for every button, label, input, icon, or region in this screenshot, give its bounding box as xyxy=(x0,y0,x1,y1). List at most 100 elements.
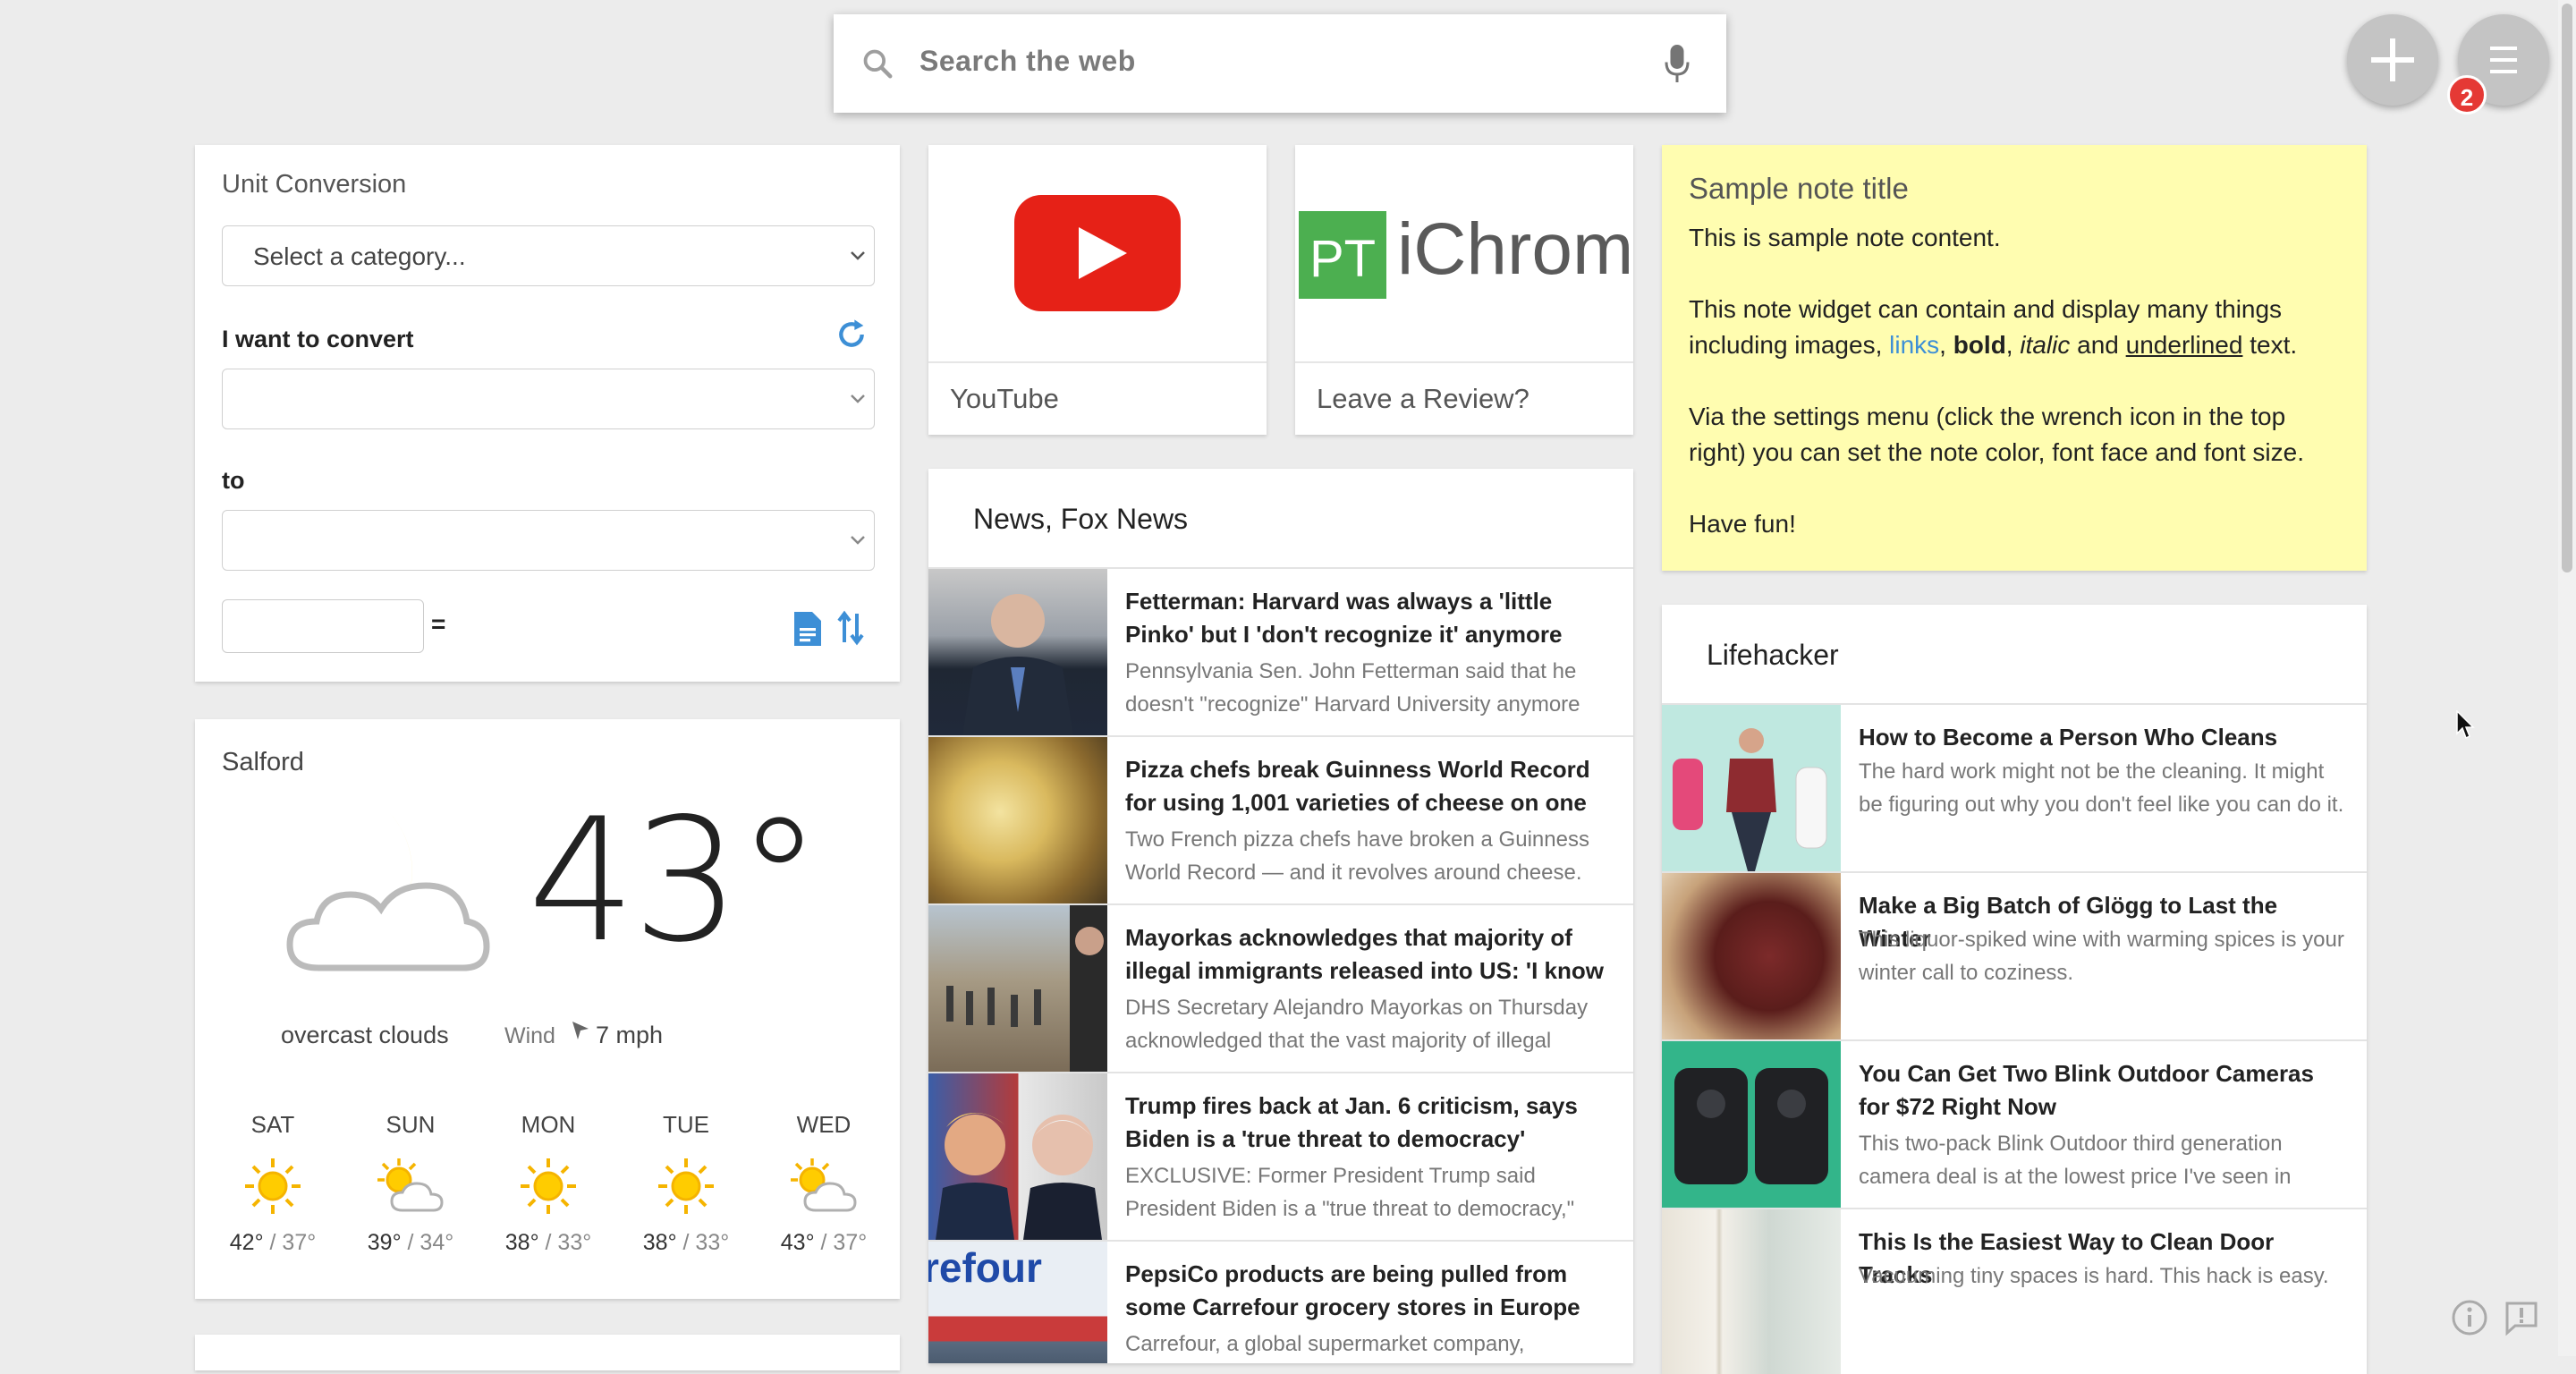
news-headline[interactable]: How to Become a Person Who Cleans xyxy=(1859,721,2351,754)
from-unit-select[interactable] xyxy=(222,369,875,429)
plus-icon xyxy=(2371,38,2414,81)
news-summary: The hard work might not be the cleaning.… xyxy=(1859,759,2344,817)
sun-icon xyxy=(521,1158,576,1214)
amount-input[interactable] xyxy=(222,599,424,653)
news-thumbnail: refour xyxy=(928,1242,1107,1363)
category-select-value: Select a category... xyxy=(253,242,466,270)
moon-cloud-icon xyxy=(265,809,490,971)
news-summary: Carrefour, a global supermarket company, xyxy=(1125,1332,1525,1356)
news-headline[interactable]: Pizza chefs break Guinness World Record … xyxy=(1125,753,1617,819)
chevron-down-icon xyxy=(851,251,865,260)
forecast-day-name: WED xyxy=(796,1111,852,1138)
swap-icon[interactable] xyxy=(837,610,864,646)
forecast-high: 42° xyxy=(229,1230,264,1255)
forecast-low: 37° xyxy=(282,1230,317,1255)
news-thumbnail xyxy=(928,1073,1107,1240)
news-item[interactable]: This Is the Easiest Way to Clean Door Tr… xyxy=(1662,1208,2367,1374)
news-headline[interactable]: Fetterman: Harvard was always a 'little … xyxy=(1125,585,1617,651)
news-thumbnail xyxy=(1662,705,1841,871)
news-thumbnail xyxy=(928,905,1107,1072)
tile-label: YouTube xyxy=(950,383,1059,414)
search-bar[interactable]: Search the web xyxy=(834,14,1726,113)
weather-condition: overcast clouds xyxy=(281,1022,449,1048)
news-thumbnail xyxy=(928,569,1107,735)
scrollbar[interactable] xyxy=(2558,0,2576,1356)
partly-cloudy-icon xyxy=(377,1158,444,1212)
news-headline[interactable]: Trump fires back at Jan. 6 criticism, sa… xyxy=(1125,1090,1617,1156)
news-headline[interactable]: Mayorkas acknowledges that majority of i… xyxy=(1125,921,1617,988)
weather-widget: Salford 43° overcast clouds Wind 7 mph S… xyxy=(195,719,900,1299)
news-summary: This liquor-spiked wine with warming spi… xyxy=(1859,928,2344,985)
ichrome-wordmark: iChrome xyxy=(1397,208,1633,290)
news-item[interactable]: Trump fires back at Jan. 6 criticism, sa… xyxy=(928,1072,1633,1240)
forecast-day: TUE 38° / 33° xyxy=(632,1111,740,1256)
tile-youtube[interactable]: YouTube xyxy=(928,145,1267,435)
feedback-icon[interactable] xyxy=(2503,1299,2540,1336)
note-line: This note widget can contain and display… xyxy=(1689,295,2283,323)
forecast-high: 38° xyxy=(642,1230,677,1255)
news-item[interactable]: Make a Big Batch of Glögg to Last the Wi… xyxy=(1662,871,2367,1039)
lifehacker-widget: Lifehacker How to Become a Person Who Cl… xyxy=(1662,605,2367,1374)
tile-review[interactable]: PT iChrome Leave a Review? xyxy=(1295,145,1633,435)
forecast-day: SUN 39° / 34° xyxy=(357,1111,464,1256)
note-line: Have fun! xyxy=(1689,510,1796,538)
notification-badge: 2 xyxy=(2447,75,2487,114)
forecast-high: 39° xyxy=(367,1230,402,1255)
news-thumbnail xyxy=(1662,1209,1841,1374)
forecast-low: 37° xyxy=(833,1230,868,1255)
add-widget-button[interactable] xyxy=(2347,14,2438,106)
news-summary: Vacuuming tiny spaces is hard. This hack… xyxy=(1859,1264,2329,1288)
forecast-day-name: SUN xyxy=(386,1111,436,1138)
partly-cloudy-icon xyxy=(791,1158,857,1212)
news-headline[interactable]: You Can Get Two Blink Outdoor Cameras fo… xyxy=(1859,1057,2351,1124)
news-thumbnail xyxy=(928,737,1107,903)
forecast-low: 33° xyxy=(557,1230,592,1255)
search-input[interactable]: Search the web xyxy=(919,45,1136,78)
forecast-day-name: SAT xyxy=(250,1111,295,1138)
current-temperature: 43° xyxy=(528,782,822,980)
weather-city: Salford xyxy=(222,748,304,776)
forecast-day-name: TUE xyxy=(663,1111,709,1138)
news-thumbnail xyxy=(1662,1041,1841,1208)
news-thumbnail xyxy=(1662,873,1841,1039)
forecast-low: 34° xyxy=(419,1230,454,1255)
note-line: including images, links, bold, italic an… xyxy=(1689,331,2298,359)
search-icon xyxy=(863,49,893,79)
forecast-day: MON 38° / 33° xyxy=(495,1111,602,1256)
forecast-high: 38° xyxy=(504,1230,539,1255)
to-label: to xyxy=(222,467,245,494)
chevron-down-icon xyxy=(851,536,865,545)
tile-label: Leave a Review? xyxy=(1317,383,1530,414)
info-icon[interactable] xyxy=(2451,1299,2488,1336)
convert-label: I want to convert xyxy=(222,326,414,352)
news-summary: DHS Secretary Alejandro Mayorkas on Thur… xyxy=(1125,996,1589,1053)
news-widget: News, Fox News Fetterman: Harvard was al… xyxy=(928,469,1633,1363)
wind-label: Wind xyxy=(504,1023,555,1048)
refresh-icon[interactable] xyxy=(834,317,869,352)
note-link[interactable]: links xyxy=(1889,331,1939,359)
news-summary: This two-pack Blink Outdoor third genera… xyxy=(1859,1132,2292,1189)
news-item[interactable]: Mayorkas acknowledges that majority of i… xyxy=(928,903,1633,1072)
youtube-logo xyxy=(1014,195,1181,311)
note-line: right) you can set the note color, font … xyxy=(1689,438,2304,466)
news-summary: Pennsylvania Sen. John Fetterman said th… xyxy=(1125,659,1580,717)
news-summary: EXCLUSIVE: Former President Trump said P… xyxy=(1125,1164,1575,1221)
news-item[interactable]: refour PepsiCo products are being pulled… xyxy=(928,1240,1633,1363)
to-unit-select[interactable] xyxy=(222,510,875,571)
wind-speed: 7 mph xyxy=(596,1022,664,1048)
mouse-cursor xyxy=(2456,710,2475,740)
news-item[interactable]: Pizza chefs break Guinness World Record … xyxy=(928,735,1633,903)
microphone-icon[interactable] xyxy=(1664,43,1690,84)
forecast-day-name: MON xyxy=(521,1111,576,1138)
news-item[interactable]: You Can Get Two Blink Outdoor Cameras fo… xyxy=(1662,1039,2367,1208)
category-select[interactable]: Select a category... xyxy=(222,225,875,286)
forecast-low: 33° xyxy=(695,1230,730,1255)
widget-title: News, Fox News xyxy=(973,503,1189,535)
news-item[interactable]: Fetterman: Harvard was always a 'little … xyxy=(928,567,1633,735)
widget-title: Lifehacker xyxy=(1707,639,1839,671)
note-line: Via the settings menu (click the wrench … xyxy=(1689,403,2286,430)
news-item[interactable]: How to Become a Person Who Cleans The ha… xyxy=(1662,703,2367,871)
news-headline[interactable]: PepsiCo products are being pulled from s… xyxy=(1125,1258,1617,1324)
document-icon[interactable] xyxy=(792,610,823,648)
scrollbar-thumb[interactable] xyxy=(2562,4,2572,572)
